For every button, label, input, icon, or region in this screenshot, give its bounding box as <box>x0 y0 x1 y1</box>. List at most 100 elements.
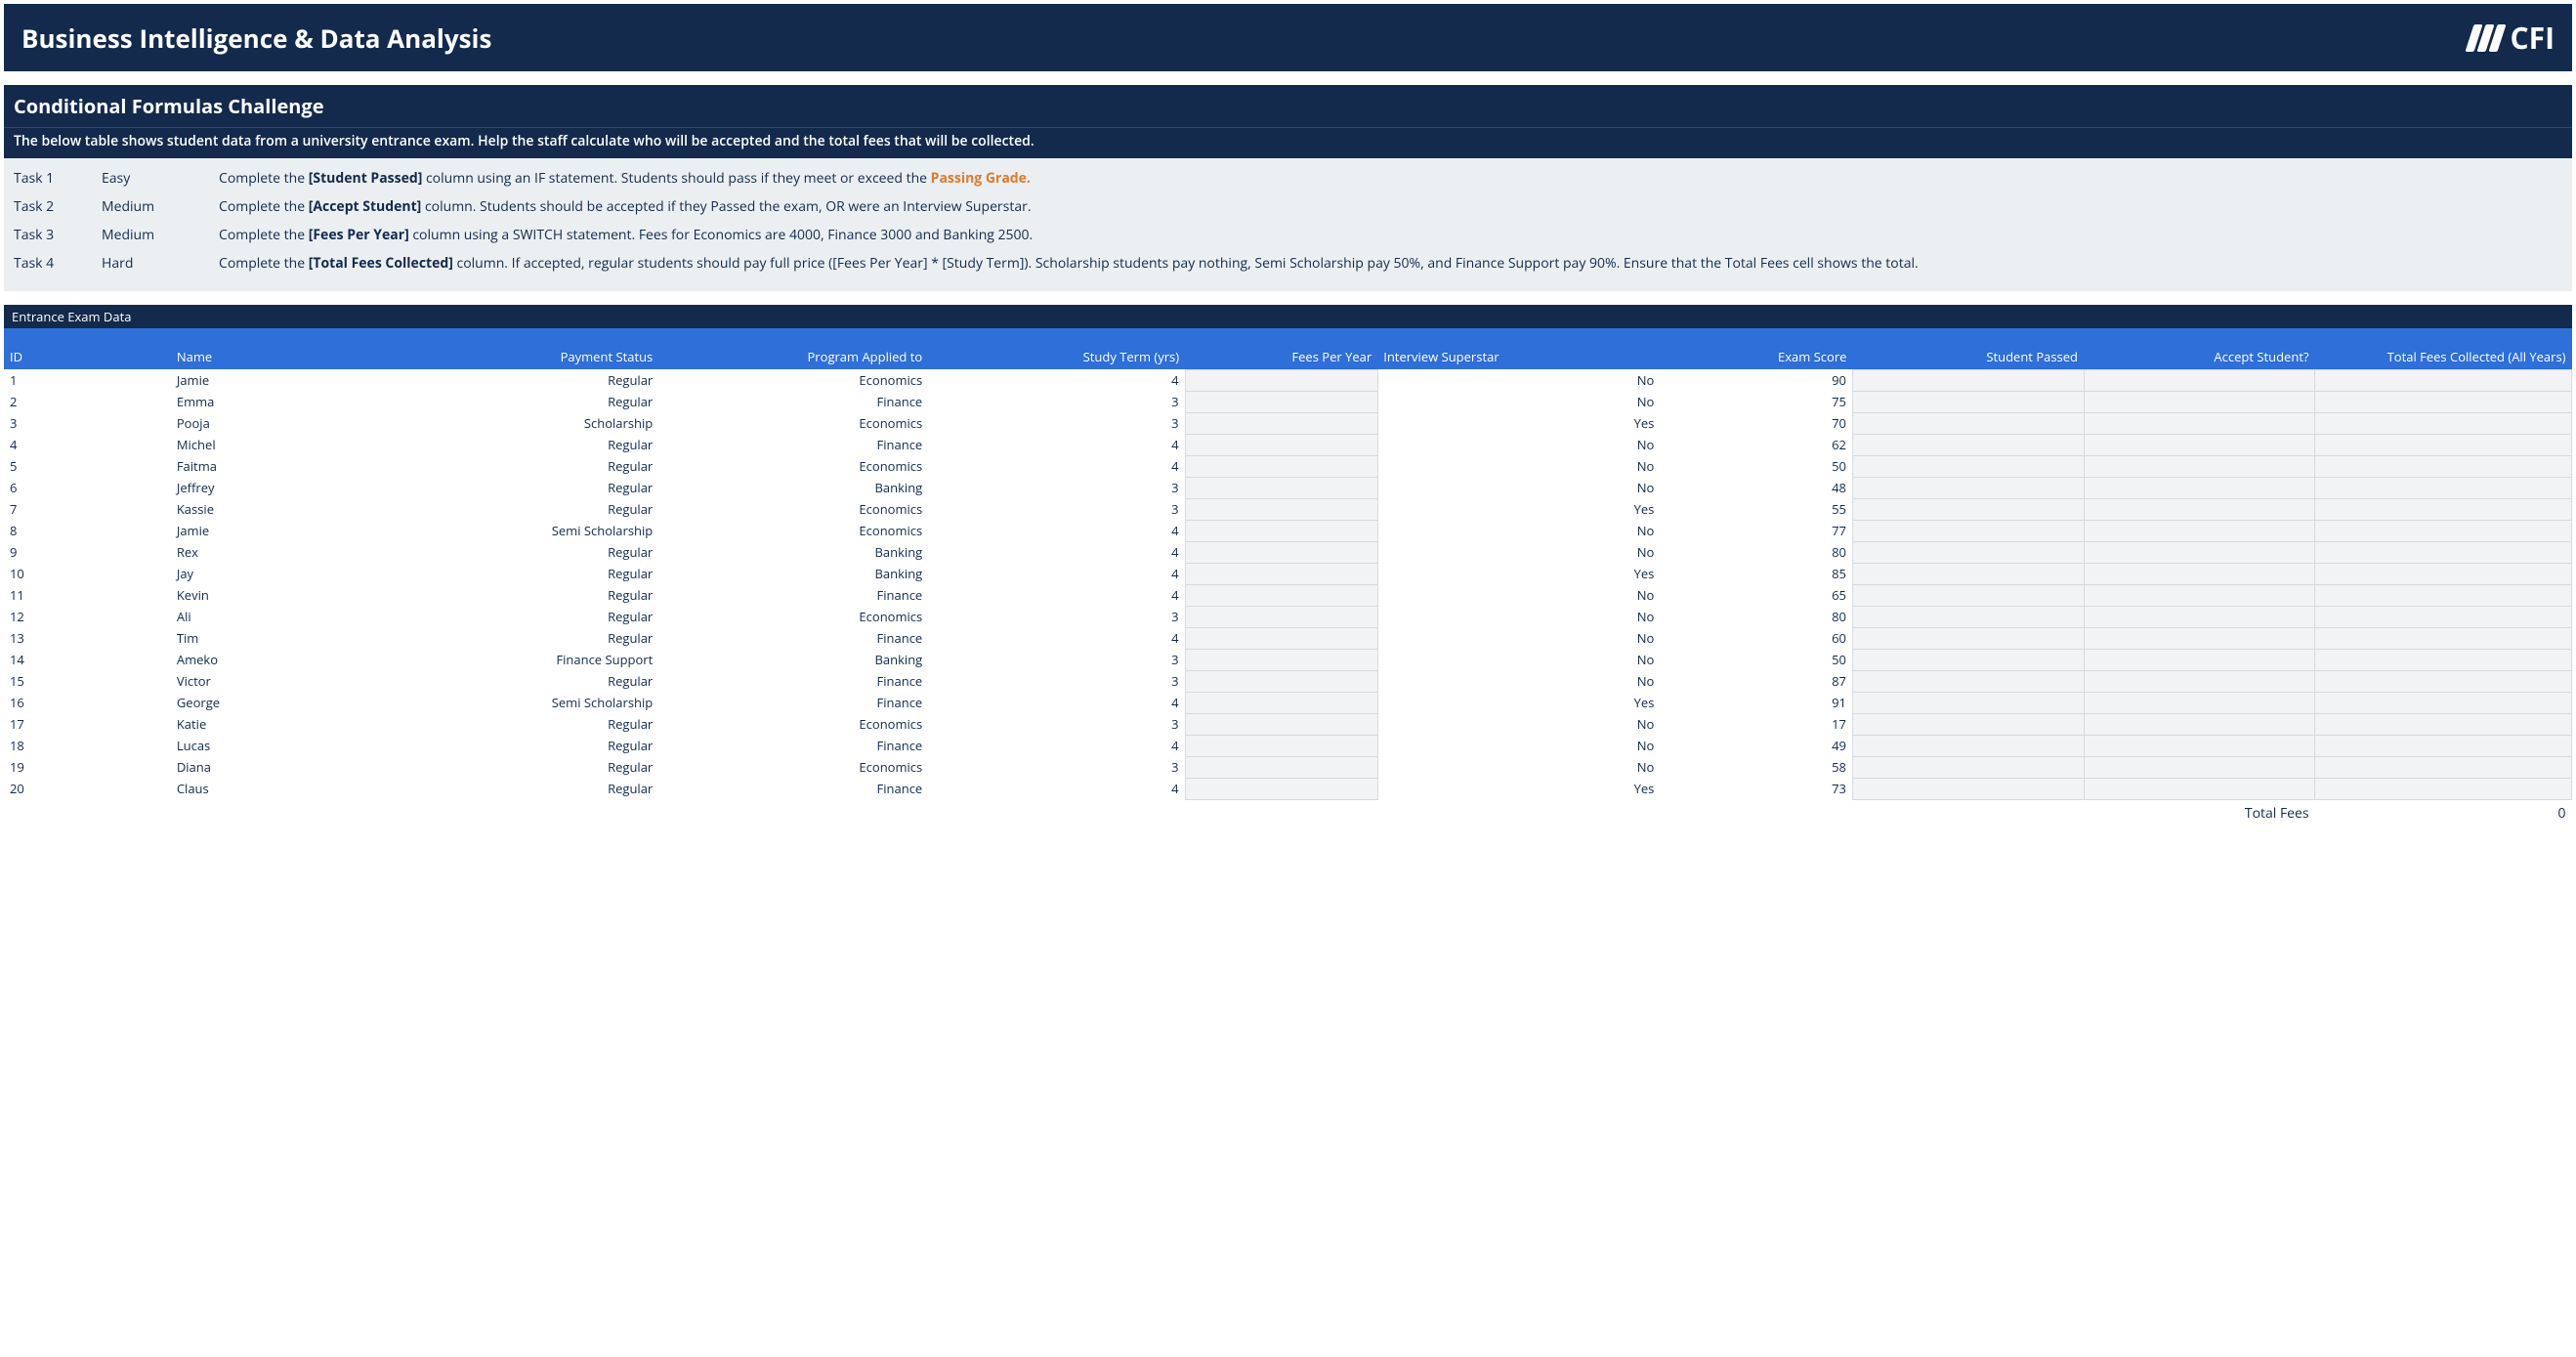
cell-id: 16 <box>4 692 171 713</box>
cell-passed[interactable] <box>1852 670 2084 692</box>
cell-passed[interactable] <box>1852 369 2084 391</box>
cell-accept[interactable] <box>2084 541 2315 563</box>
cell-total[interactable] <box>2315 412 2572 434</box>
cell-superstar: Yes <box>1377 498 1660 520</box>
cell-accept[interactable] <box>2084 649 2315 670</box>
cell-program: Banking <box>658 541 928 563</box>
cell-accept[interactable] <box>2084 391 2315 412</box>
cell-name: Kevin <box>171 584 402 606</box>
cell-total[interactable] <box>2315 369 2572 391</box>
col-score: Exam Score <box>1660 328 1852 369</box>
cell-passed[interactable] <box>1852 563 2084 584</box>
cell-fees[interactable] <box>1185 692 1377 713</box>
cell-accept[interactable] <box>2084 434 2315 455</box>
cell-accept[interactable] <box>2084 584 2315 606</box>
cell-accept[interactable] <box>2084 455 2315 477</box>
cell-term: 3 <box>928 391 1185 412</box>
cell-fees[interactable] <box>1185 434 1377 455</box>
cell-total[interactable] <box>2315 649 2572 670</box>
cell-total[interactable] <box>2315 778 2572 799</box>
cell-total[interactable] <box>2315 434 2572 455</box>
cell-total[interactable] <box>2315 498 2572 520</box>
cell-accept[interactable] <box>2084 778 2315 799</box>
cell-total[interactable] <box>2315 627 2572 649</box>
cell-program: Economics <box>658 369 928 391</box>
cell-passed[interactable] <box>1852 627 2084 649</box>
cell-passed[interactable] <box>1852 434 2084 455</box>
cell-passed[interactable] <box>1852 778 2084 799</box>
cell-accept[interactable] <box>2084 498 2315 520</box>
cell-total[interactable] <box>2315 584 2572 606</box>
cell-total[interactable] <box>2315 520 2572 541</box>
cell-fees[interactable] <box>1185 477 1377 498</box>
cell-accept[interactable] <box>2084 756 2315 778</box>
cell-fees[interactable] <box>1185 778 1377 799</box>
cell-fees[interactable] <box>1185 541 1377 563</box>
cell-id: 1 <box>4 369 171 391</box>
cell-accept[interactable] <box>2084 369 2315 391</box>
cell-accept[interactable] <box>2084 477 2315 498</box>
cell-passed[interactable] <box>1852 541 2084 563</box>
cell-total[interactable] <box>2315 692 2572 713</box>
cell-fees[interactable] <box>1185 369 1377 391</box>
cell-total[interactable] <box>2315 391 2572 412</box>
cell-passed[interactable] <box>1852 391 2084 412</box>
cell-fees[interactable] <box>1185 627 1377 649</box>
task-desc: Complete the [Fees Per Year] column usin… <box>219 225 2562 245</box>
cell-passed[interactable] <box>1852 498 2084 520</box>
cell-fees[interactable] <box>1185 606 1377 627</box>
cell-name: Jay <box>171 563 402 584</box>
cell-fees[interactable] <box>1185 498 1377 520</box>
cell-passed[interactable] <box>1852 713 2084 735</box>
cell-fees[interactable] <box>1185 649 1377 670</box>
cell-fees[interactable] <box>1185 756 1377 778</box>
cell-passed[interactable] <box>1852 692 2084 713</box>
cell-total[interactable] <box>2315 455 2572 477</box>
cell-passed[interactable] <box>1852 756 2084 778</box>
cell-accept[interactable] <box>2084 412 2315 434</box>
task-desc: Complete the [Accept Student] column. St… <box>219 196 2562 217</box>
cell-total[interactable] <box>2315 670 2572 692</box>
cell-fees[interactable] <box>1185 455 1377 477</box>
cell-superstar: No <box>1377 584 1660 606</box>
cell-total[interactable] <box>2315 606 2572 627</box>
cell-fees[interactable] <box>1185 520 1377 541</box>
cell-fees[interactable] <box>1185 412 1377 434</box>
cell-score: 60 <box>1660 627 1852 649</box>
cell-fees[interactable] <box>1185 584 1377 606</box>
cell-passed[interactable] <box>1852 520 2084 541</box>
task-difficulty: Hard <box>102 253 219 274</box>
cell-passed[interactable] <box>1852 412 2084 434</box>
cell-total[interactable] <box>2315 756 2572 778</box>
cell-accept[interactable] <box>2084 563 2315 584</box>
cell-passed[interactable] <box>1852 606 2084 627</box>
cell-accept[interactable] <box>2084 670 2315 692</box>
cell-payment: Regular <box>401 670 658 692</box>
cell-fees[interactable] <box>1185 670 1377 692</box>
cell-id: 18 <box>4 735 171 756</box>
cell-total[interactable] <box>2315 477 2572 498</box>
cell-total[interactable] <box>2315 713 2572 735</box>
cell-accept[interactable] <box>2084 735 2315 756</box>
cell-id: 6 <box>4 477 171 498</box>
cell-passed[interactable] <box>1852 735 2084 756</box>
cell-accept[interactable] <box>2084 627 2315 649</box>
cell-fees[interactable] <box>1185 713 1377 735</box>
col-superstar: Interview Superstar <box>1377 328 1660 369</box>
cell-passed[interactable] <box>1852 584 2084 606</box>
cell-total[interactable] <box>2315 735 2572 756</box>
cell-program: Economics <box>658 713 928 735</box>
cell-accept[interactable] <box>2084 713 2315 735</box>
cell-total[interactable] <box>2315 563 2572 584</box>
cell-fees[interactable] <box>1185 391 1377 412</box>
cell-fees[interactable] <box>1185 735 1377 756</box>
table-row: 2EmmaRegularFinance3No75 <box>4 391 2572 412</box>
cell-passed[interactable] <box>1852 455 2084 477</box>
cell-passed[interactable] <box>1852 477 2084 498</box>
cell-accept[interactable] <box>2084 606 2315 627</box>
cell-passed[interactable] <box>1852 649 2084 670</box>
cell-accept[interactable] <box>2084 520 2315 541</box>
cell-fees[interactable] <box>1185 563 1377 584</box>
cell-accept[interactable] <box>2084 692 2315 713</box>
cell-total[interactable] <box>2315 541 2572 563</box>
